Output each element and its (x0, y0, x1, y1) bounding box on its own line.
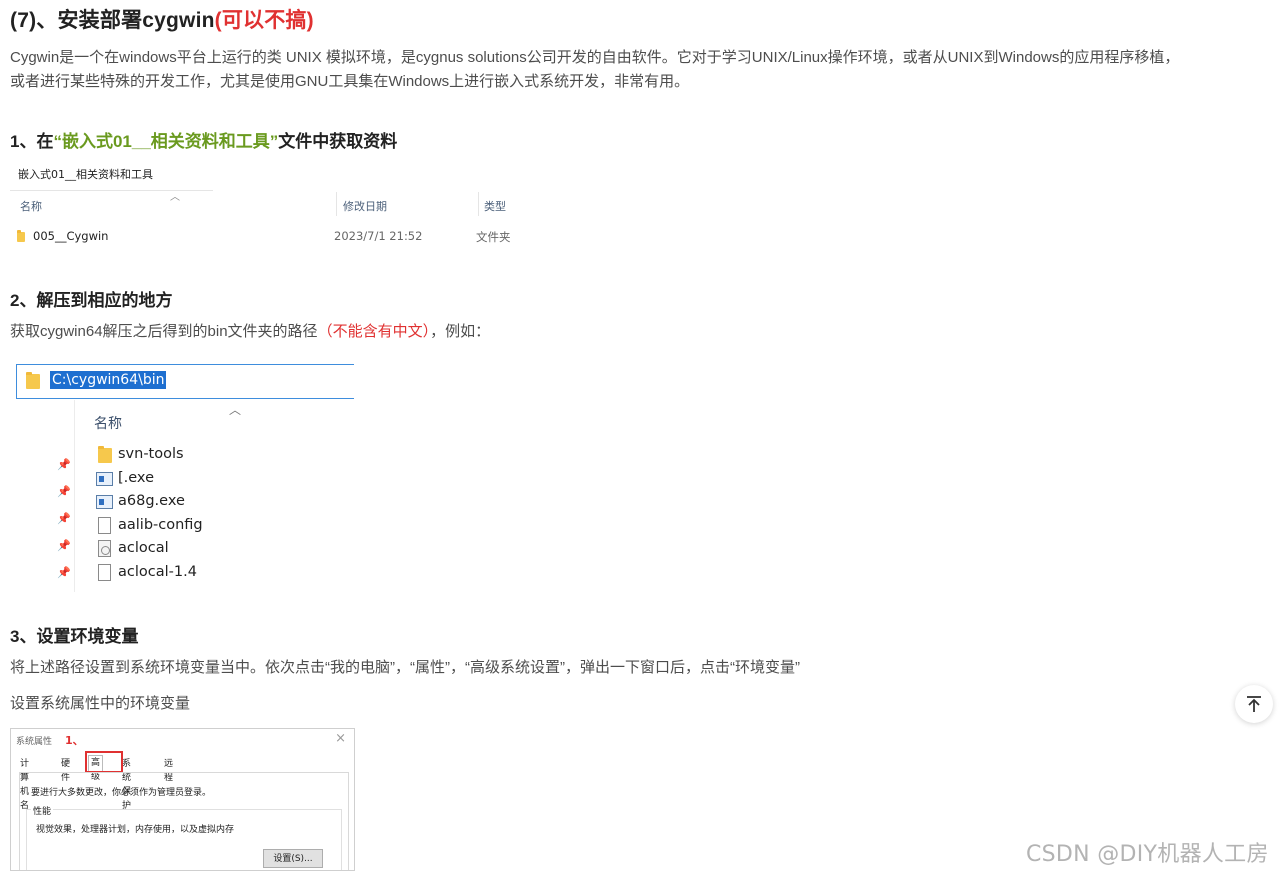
intro-line-2: 或者进行某些特殊的开发工作，尤其是使用GNU工具集在Windows上进行嵌入式系… (10, 73, 690, 90)
step3-heading: 3、设置环境变量 (10, 627, 139, 646)
column-date[interactable]: 修改日期 (343, 198, 387, 214)
step2-text: 获取cygwin64解压之后得到的bin文件夹的路径（不能含有中文），例如： (10, 323, 491, 340)
sort-caret-icon: ︿ (229, 403, 242, 417)
title-note: (可以不搞) (214, 9, 314, 32)
performance-label: 性能 (31, 804, 54, 817)
pin-icon[interactable]: 📌 (57, 539, 71, 552)
exe-icon (96, 495, 113, 509)
section-title: (7)、安装部署cygwin(可以不搞) (10, 9, 314, 32)
file-icon (98, 517, 111, 534)
intro-line-1: Cygwin是一个在windows平台上运行的类 UNIX 模拟环境，是cygn… (10, 49, 1180, 66)
settings-button[interactable]: 设置(S)... (263, 849, 323, 868)
sort-caret-icon: ︿ (170, 192, 180, 203)
step3-subtext: 设置系统属性中的环境变量 (10, 695, 191, 712)
column-type[interactable]: 类型 (484, 198, 506, 214)
list-item[interactable]: aclocal-1.4 (118, 564, 197, 580)
step3-text: 将上述路径设置到系统环境变量当中。依次点击“我的电脑”，“属性”，“高级系统设置… (10, 659, 800, 676)
explorer-screenshot-1: 嵌入式01__相关资料和工具 ︿ 名称 修改日期 类型 005__Cygwin … (10, 160, 530, 255)
explorer-screenshot-2: C:\cygwin64\bin ︿ 名称 svn-tools 📌 [.exe 📌… (10, 356, 354, 592)
pin-icon[interactable]: 📌 (57, 485, 71, 498)
arrow-up-icon (1247, 696, 1261, 712)
exe-icon (96, 472, 113, 486)
pin-icon[interactable]: 📌 (57, 458, 71, 471)
address-path[interactable]: C:\cygwin64\bin (50, 371, 167, 389)
close-icon[interactable]: × (335, 731, 346, 746)
breadcrumb: 嵌入式01__相关资料和工具 (18, 168, 153, 181)
step2-warning: （不能含有中文） (317, 323, 431, 340)
column-separator (336, 192, 337, 216)
back-to-top-button[interactable] (1235, 685, 1273, 723)
column-separator (478, 192, 479, 216)
folder-icon (17, 230, 25, 242)
dialog-title: 系统属性 (16, 737, 53, 747)
list-item[interactable]: a68g.exe (118, 493, 185, 509)
divider (10, 190, 213, 191)
list-item[interactable]: [.exe (118, 470, 154, 486)
highlight-box (85, 751, 123, 773)
watermark: CSDN @DIY机器人工房 (1026, 842, 1269, 867)
admin-note: 要进行大多数更改，你必须作为管理员登录。 (31, 788, 212, 798)
step-marker: 1、 (65, 734, 84, 747)
pin-icon[interactable]: 📌 (57, 512, 71, 525)
step1-folder-highlight: “嵌入式01__相关资料和工具” (53, 132, 279, 151)
folder-icon (26, 372, 40, 389)
file-row-type: 文件夹 (476, 230, 511, 244)
list-item[interactable]: aalib-config (118, 517, 203, 533)
column-name[interactable]: 名称 (94, 413, 122, 433)
divider (74, 400, 75, 592)
step1-heading: 1、在“嵌入式01__相关资料和工具”文件中获取资料 (10, 132, 398, 151)
column-name[interactable]: 名称 (20, 198, 42, 214)
tab-hardware[interactable]: 硬件 (59, 757, 72, 783)
file-row-name[interactable]: 005__Cygwin (33, 229, 108, 243)
address-bar[interactable]: C:\cygwin64\bin (16, 364, 354, 399)
list-item[interactable]: aclocal (118, 540, 169, 556)
file-icon (98, 564, 111, 581)
performance-description: 视觉效果，处理器计划，内存使用，以及虚拟内存 (36, 825, 235, 835)
pin-icon[interactable]: 📌 (57, 566, 71, 579)
file-row-date: 2023/7/1 21:52 (334, 229, 423, 243)
tab-remote[interactable]: 远程 (162, 757, 175, 783)
list-item[interactable]: svn-tools (118, 446, 184, 462)
system-properties-dialog: 系统属性 1、 × 计算机名 硬件 高级 系统保护 远程 要进行大多数更改，你必… (10, 728, 355, 871)
step2-heading: 2、解压到相应的地方 (10, 291, 173, 310)
config-file-icon (98, 540, 111, 557)
tab-computer-name[interactable]: 计算机名 (18, 757, 31, 811)
folder-icon (98, 446, 112, 463)
